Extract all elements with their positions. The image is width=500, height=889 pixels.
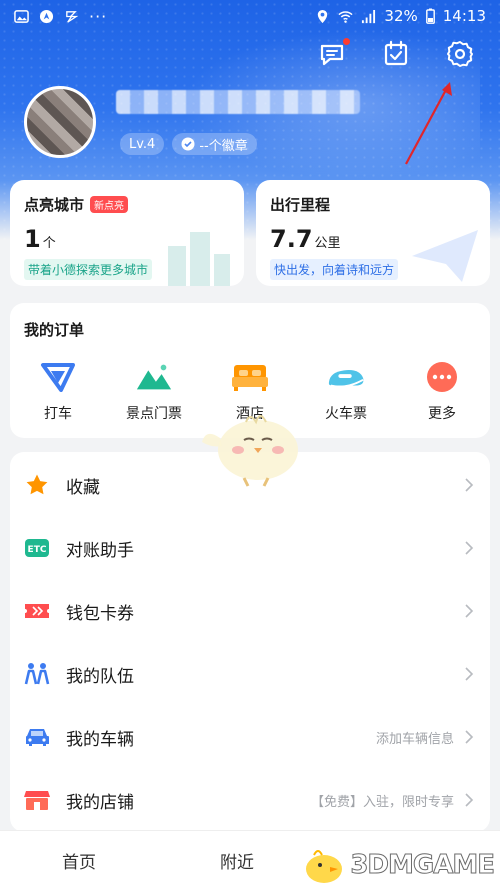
status-bar: ··· 32% 14:13 (0, 0, 500, 32)
mileage-tip: 快出发，向着诗和远方 (270, 259, 399, 280)
mascot-chick-icon[interactable] (198, 398, 308, 488)
badge-pill[interactable]: --个徽章 (172, 133, 257, 155)
menu-my-vehicle-label: 我的车辆 (66, 729, 134, 750)
svg-text:ETC: ETC (28, 545, 47, 555)
message-icon (320, 44, 344, 66)
calendar-check-icon (384, 40, 408, 66)
mileage-title-row: 出行里程 (270, 194, 476, 215)
shield-check-icon (181, 137, 195, 151)
mileage-unit: 公里 (314, 236, 341, 251)
nav-home[interactable]: 首页 (0, 848, 158, 873)
more-notifications-icon: ··· (89, 6, 108, 26)
order-taxi-label: 打车 (44, 406, 72, 422)
menu-my-vehicle[interactable]: 我的车辆 添加车辆信息 (10, 706, 490, 768)
mileage-card[interactable]: 出行里程 7.7 公里 快出发，向着诗和远方 (256, 180, 490, 286)
lit-cities-title-row: 点亮城市 新点亮 (24, 194, 230, 215)
level-pill[interactable]: Lv.4 (120, 133, 165, 155)
menu-my-shop[interactable]: 我的店铺 【免费】入驻，限时专享 (10, 769, 490, 831)
location-icon (318, 9, 328, 23)
chevron-right-icon (465, 730, 474, 744)
wifi-icon (338, 10, 354, 23)
car-icon (26, 729, 49, 746)
watermark-text: 3DMGAME (350, 850, 496, 881)
taxi-icon (41, 363, 75, 392)
scenic-ticket-icon (136, 364, 172, 390)
username-blurred[interactable] (116, 90, 360, 114)
battery-icon (425, 8, 435, 24)
avatar[interactable] (24, 86, 96, 158)
chevron-right-icon (465, 541, 474, 555)
signal-icon (362, 9, 376, 23)
more-icon (427, 362, 457, 392)
watermark-chick-icon (306, 850, 343, 883)
battery-percent: 32% (384, 7, 418, 25)
watermark: 3DMGAME (300, 845, 496, 885)
new-lit-tag: 新点亮 (90, 196, 129, 213)
header-actions (318, 38, 474, 68)
clock: 14:13 (442, 7, 486, 25)
profile-badges: Lv.4 --个徽章 (120, 133, 257, 155)
chevron-right-icon (465, 478, 474, 492)
gear-icon (447, 41, 473, 67)
menu-favorites-label: 收藏 (66, 477, 100, 498)
settings-button[interactable] (446, 40, 474, 68)
order-taxi[interactable]: 打车 (10, 361, 106, 423)
order-scenic-ticket-label: 景点门票 (126, 406, 182, 422)
chevron-right-icon (465, 667, 474, 681)
paper-plane-icon (412, 230, 478, 282)
lit-cities-title: 点亮城市 (24, 196, 85, 214)
menu-reconciliation[interactable]: ETC 对账助手 (10, 517, 490, 579)
coupon-icon (25, 604, 49, 618)
menu-wallet-coupons[interactable]: 钱包卡券 (10, 580, 490, 642)
nav-nearby[interactable]: 附近 (158, 848, 316, 873)
unread-dot (343, 38, 350, 45)
city-buildings-icon (168, 232, 230, 286)
lit-cities-value: 1 (24, 225, 41, 253)
order-train-ticket[interactable]: 火车票 (298, 361, 394, 423)
hotel-icon (232, 365, 268, 391)
chevron-right-icon (465, 604, 474, 618)
etc-icon: ETC (25, 539, 49, 557)
order-more[interactable]: 更多 (394, 361, 490, 423)
menu-my-team[interactable]: 我的队伍 (10, 643, 490, 705)
menu-reconciliation-label: 对账助手 (66, 540, 134, 561)
menu-my-team-label: 我的队伍 (66, 666, 134, 687)
level-text: Lv.4 (129, 136, 156, 152)
star-icon (26, 474, 48, 495)
lit-cities-unit: 个 (42, 236, 56, 251)
annotation-arrow (405, 82, 452, 165)
messages-button[interactable] (318, 38, 350, 68)
navigation-app-icon (39, 9, 54, 23)
gallery-icon (14, 9, 29, 23)
menu-my-vehicle-hint: 添加车辆信息 (375, 731, 454, 747)
train-ticket-icon (328, 370, 364, 388)
badge-text: --个徽章 (199, 138, 248, 154)
my-orders-title: 我的订单 (24, 321, 85, 339)
menu-wallet-coupons-label: 钱包卡券 (66, 603, 134, 624)
mileage-title: 出行里程 (270, 196, 331, 214)
order-train-ticket-label: 火车票 (325, 406, 367, 422)
chevron-right-icon (465, 793, 474, 807)
team-icon (24, 663, 50, 685)
menu-my-shop-label: 我的店铺 (66, 792, 134, 813)
checkin-button[interactable] (382, 40, 410, 68)
lit-cities-card[interactable]: 点亮城市 新点亮 1 个 带着小德探索更多城市 (10, 180, 244, 286)
app-notification-icon (66, 10, 79, 23)
mileage-value: 7.7 (270, 225, 313, 253)
order-more-label: 更多 (428, 406, 456, 422)
order-scenic-ticket[interactable]: 景点门票 (106, 361, 202, 423)
menu-list: 收藏 ETC 对账助手 钱包卡券 我的队伍 我的车辆 添加车辆信息 我的店铺 【… (10, 452, 490, 832)
shop-icon (24, 791, 50, 810)
lit-cities-tip: 带着小德探索更多城市 (24, 259, 153, 280)
menu-my-shop-hint: 【免费】入驻，限时专享 (310, 794, 454, 810)
